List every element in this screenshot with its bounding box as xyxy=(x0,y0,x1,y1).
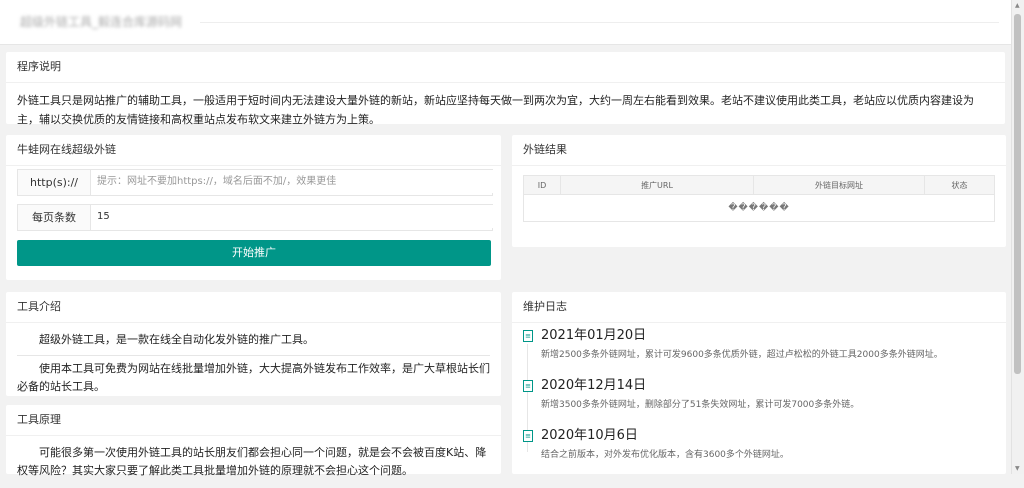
maintenance-log-card: 维护日志 ≡ 2021年01月20日 新增2500多条外链网址，累计可发9600… xyxy=(512,292,1006,474)
tool-intro-paragraph-2: 使用本工具可免费为网站在线批量增加外链，大大提高外链发布工作效率，是广大草根站长… xyxy=(17,362,490,393)
principle-card: 工具原理 可能很多第一次使用外链工具的站长朋友们都会担心同一个问题，就是会不会被… xyxy=(6,405,501,477)
log-item-desc: 新增3500多条外链网址，删除部分了51条失效网址，累计可发7000多条外链。 xyxy=(541,400,860,410)
promotion-form-card: 牛蛙网在线超级外链 http(s):// 每页条数 开始推广 xyxy=(6,135,501,280)
timeline-doc-icon: ≡ xyxy=(523,430,533,442)
log-item-date: 2020年10月6日 xyxy=(541,428,638,443)
top-header: 超级外链工具_毅连合库源码网 xyxy=(0,0,1011,45)
principle-paragraph: 可能很多第一次使用外链工具的站长朋友们都会担心同一个问题，就是会不会被百度K站、… xyxy=(17,446,487,477)
header-divider xyxy=(200,22,999,23)
tool-intro-divider xyxy=(17,355,490,356)
column-header-id: ID xyxy=(523,175,561,195)
scroll-down-icon[interactable]: ▼ xyxy=(1015,465,1020,472)
timeline-doc-icon: ≡ xyxy=(523,380,533,392)
timeline-doc-icon: ≡ xyxy=(523,330,533,342)
per-page-input[interactable] xyxy=(91,205,497,228)
tool-intro-card: 工具介绍 超级外链工具，是一款在线全自动化发外链的推广工具。 使用本工具可免费为… xyxy=(6,292,501,396)
intro-card: 程序说明 外链工具只是网站推广的辅助工具，一般适用于短时间内无法建设大量外链的新… xyxy=(6,52,1005,126)
column-header-target: 外链目标网址 xyxy=(753,175,925,195)
intro-text: 外链工具只是网站推广的辅助工具，一般适用于短时间内无法建设大量外链的新站，新站应… xyxy=(17,94,974,126)
start-promotion-button[interactable]: 开始推广 xyxy=(17,240,491,266)
per-page-row: 每页条数 xyxy=(17,204,497,231)
log-item-desc: 新增2500多条外链网址，累计可发9600多条优质外链，超过卢松松的外链工具20… xyxy=(541,350,943,360)
scroll-up-icon[interactable]: ▲ xyxy=(1015,2,1020,9)
log-card-title: 维护日志 xyxy=(512,292,1006,323)
log-item-date: 2021年01月20日 xyxy=(541,328,647,343)
log-item: ≡ 2021年01月20日 新增2500多条外链网址，累计可发9600多条优质外… xyxy=(523,326,993,376)
result-table: ID 推广URL 外链目标网址 状态 ������ xyxy=(523,175,995,222)
log-item: ≡ 2020年10月6日 结合之前版本，对外发布优化版本，含有3600多个外链网… xyxy=(523,426,993,472)
column-header-url: 推广URL xyxy=(560,175,754,195)
url-row: http(s):// xyxy=(17,169,497,196)
per-page-label: 每页条数 xyxy=(18,205,91,230)
empty-result-text: ������ xyxy=(728,203,790,213)
scrollbar-thumb[interactable] xyxy=(1014,14,1021,374)
form-card-title: 牛蛙网在线超级外链 xyxy=(6,135,501,166)
log-item-desc: 结合之前版本，对外发布优化版本，含有3600多个外链网址。 xyxy=(541,450,789,460)
vertical-scrollbar[interactable]: ▲ ▼ xyxy=(1011,0,1024,474)
page-title: 超级外链工具_毅连合库源码网 xyxy=(20,15,183,29)
principle-title: 工具原理 xyxy=(6,405,501,436)
result-card: 外链结果 ID 推广URL 外链目标网址 状态 ������ xyxy=(512,135,1006,247)
intro-card-title: 程序说明 xyxy=(6,52,1005,83)
url-prefix-label: http(s):// xyxy=(18,170,91,195)
url-input[interactable] xyxy=(91,170,497,193)
tool-intro-paragraph-1: 超级外链工具，是一款在线全自动化发外链的推广工具。 xyxy=(39,333,314,346)
log-item-date: 2020年12月14日 xyxy=(541,378,647,393)
log-item: ≡ 2020年12月14日 新增3500多条外链网址，删除部分了51条失效网址，… xyxy=(523,376,993,426)
log-timeline: ≡ 2021年01月20日 新增2500多条外链网址，累计可发9600多条优质外… xyxy=(523,326,993,472)
tool-intro-title: 工具介绍 xyxy=(6,292,501,323)
column-header-status: 状态 xyxy=(924,175,995,195)
result-card-title: 外链结果 xyxy=(512,135,1006,166)
